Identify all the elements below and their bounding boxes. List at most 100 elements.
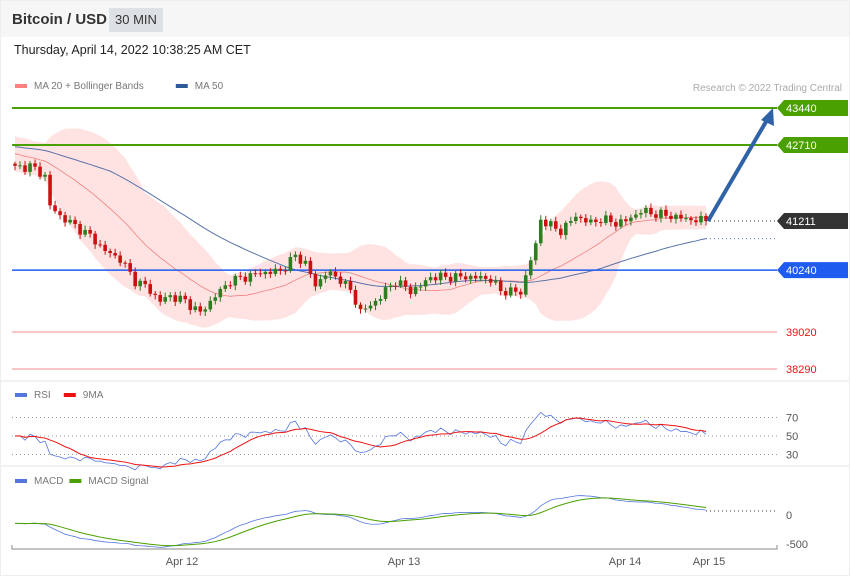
candle-body — [128, 263, 132, 272]
legend-label: MA 50 — [195, 81, 224, 92]
price-chart: MA 20 + Bollinger Bands MA 50 RSI 9MA MACD MA… — [1, 81, 849, 568]
candle-body — [328, 271, 333, 276]
level-label: 42710 — [786, 140, 817, 152]
candle-body — [103, 244, 107, 252]
candle-body — [83, 229, 87, 235]
candle-body — [533, 243, 538, 261]
candle-body — [624, 219, 628, 222]
candle-body — [308, 260, 313, 275]
candle-body — [348, 281, 353, 290]
candle-body — [253, 273, 258, 275]
candle-body — [108, 251, 112, 254]
candle-body — [243, 276, 248, 282]
candle-body — [413, 286, 418, 295]
candle-body — [93, 233, 97, 245]
candle-body — [338, 276, 343, 284]
candle-body — [428, 277, 433, 281]
candle-body — [604, 215, 608, 223]
candle-body — [288, 257, 293, 271]
candle-body — [563, 222, 568, 236]
rsi-tick-label: 50 — [786, 431, 798, 443]
candle-body — [523, 275, 528, 295]
candle-body — [153, 293, 158, 295]
candle-body — [483, 275, 488, 279]
candle-body — [574, 216, 578, 222]
candle-body — [654, 214, 658, 218]
x-tick-label: Apr 15 — [693, 556, 725, 568]
legend-swatch — [15, 84, 27, 88]
candle-body — [458, 273, 463, 277]
legend-swatch — [15, 479, 27, 483]
macd-tick-label: 0 — [786, 510, 792, 522]
level-label: 41211 — [786, 216, 816, 228]
candle-body — [198, 306, 203, 312]
candle-body — [133, 271, 137, 287]
candle-body — [664, 209, 668, 216]
candle-body — [33, 163, 37, 167]
candle-body — [158, 294, 163, 302]
candle-body — [13, 163, 17, 166]
candle-body — [388, 285, 393, 288]
candle-body — [403, 280, 408, 287]
candle-body — [634, 214, 638, 218]
candle-body — [503, 291, 508, 296]
candle-body — [263, 271, 268, 275]
x-tick-label: Apr 12 — [166, 556, 198, 568]
candle-body — [313, 274, 318, 287]
rsi-tick-label: 70 — [786, 413, 798, 425]
candle-body — [278, 268, 283, 271]
legend-label: MACD Signal — [88, 476, 148, 487]
candle — [48, 171, 52, 210]
candle-body — [594, 219, 598, 222]
candle-body — [699, 215, 703, 223]
candle-body — [674, 214, 678, 220]
candle-body — [463, 276, 468, 280]
candle-body — [318, 279, 323, 287]
candle-body — [178, 295, 183, 302]
candle-body — [148, 284, 152, 294]
candle-body — [438, 272, 443, 281]
candle-body — [468, 275, 473, 280]
macd-tick-label: -500 — [786, 539, 808, 551]
candle-body — [543, 219, 548, 227]
candle-body — [303, 260, 308, 264]
candle-body — [18, 165, 22, 167]
candle-body — [123, 262, 127, 264]
legend-swatch — [69, 479, 82, 483]
candle-body — [98, 244, 102, 246]
candle-body — [143, 280, 147, 285]
candle-body — [659, 209, 663, 218]
candle-body — [358, 304, 363, 310]
candle-body — [208, 300, 213, 310]
x-tick-label: Apr 13 — [388, 556, 420, 568]
candle-body — [228, 285, 233, 287]
candle-body — [183, 295, 188, 300]
candle-body — [238, 275, 243, 277]
candle-body — [258, 273, 263, 275]
candle-body — [669, 215, 673, 220]
candle-body — [48, 174, 52, 206]
candle-body — [383, 287, 388, 299]
candle-body — [518, 291, 523, 295]
level-label: 39020 — [786, 327, 817, 339]
candle-body — [213, 297, 218, 301]
candle-body — [398, 280, 403, 286]
candle-body — [689, 218, 693, 221]
candle-body — [684, 218, 688, 220]
candle-body — [58, 211, 62, 216]
candle-body — [343, 281, 348, 284]
candle-body — [168, 295, 173, 298]
candle-body — [609, 215, 613, 223]
candle-body — [43, 174, 47, 177]
candle-body — [88, 229, 92, 234]
candle-body — [418, 286, 423, 288]
candle-body — [584, 218, 588, 223]
legend-label: RSI — [34, 390, 51, 401]
copyright-text: Research © 2022 Trading Central — [693, 83, 842, 94]
candle-body — [393, 285, 398, 287]
level-label: 43440 — [786, 103, 817, 115]
candle-body — [599, 221, 603, 223]
candle-body — [548, 221, 553, 227]
candle-body — [63, 215, 67, 223]
candle-body — [614, 222, 618, 227]
